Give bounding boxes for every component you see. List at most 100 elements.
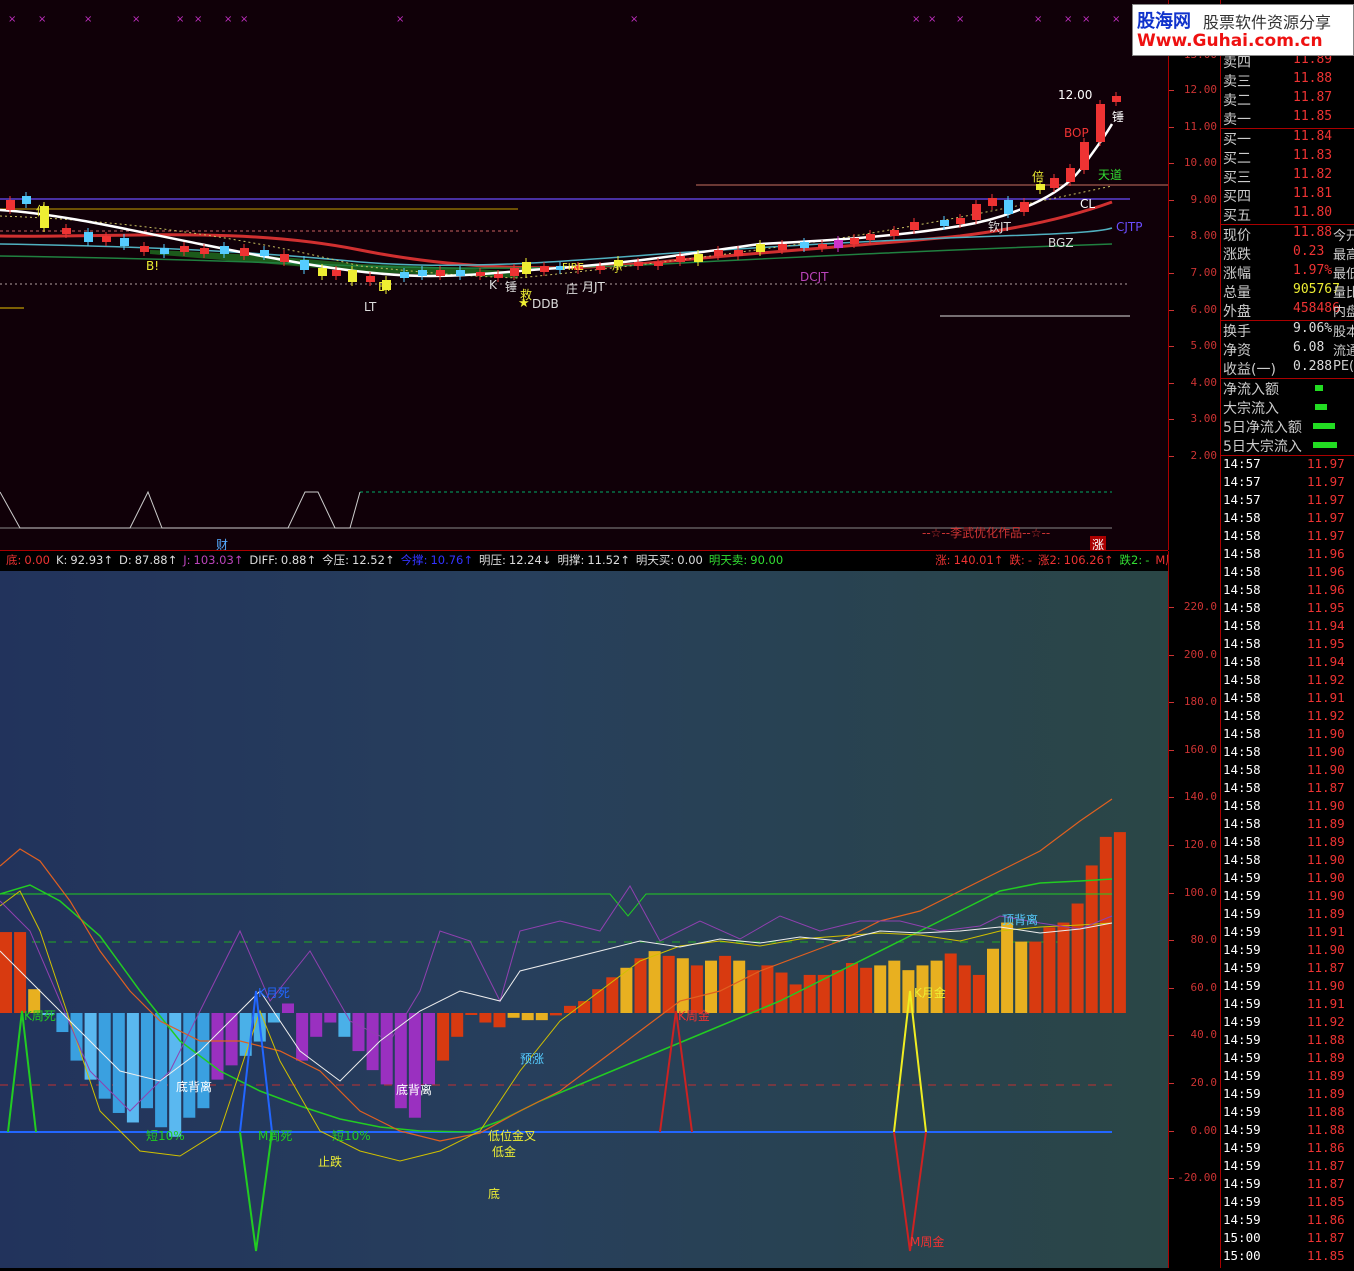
logo-tagline: 股票软件资源分享 xyxy=(1203,13,1332,32)
tick-row[interactable]: 14:58 11.87 xyxy=(1221,780,1354,798)
tick-price: 11.90 xyxy=(1307,762,1345,777)
tick-row[interactable]: 14:58 11.92 xyxy=(1221,708,1354,726)
candle-body xyxy=(280,254,289,262)
osc-bar xyxy=(493,1013,506,1028)
quote-row: 现价 11.88今开 xyxy=(1221,225,1354,244)
quote-row-label: 买一 xyxy=(1223,132,1251,148)
tick-row[interactable]: 14:58 11.90 xyxy=(1221,762,1354,780)
tick-list[interactable]: 14:57 11.97 14:57 11.97 14:57 11.97 14:58 11.97… xyxy=(1221,456,1354,1266)
tick-row[interactable]: 14:58 11.90 xyxy=(1221,726,1354,744)
price-axis-tick xyxy=(1169,126,1174,128)
status-value: 12.52↑ xyxy=(352,553,395,567)
tick-row[interactable]: 14:58 11.90 xyxy=(1221,744,1354,762)
osc-axis-tick xyxy=(1169,1130,1174,1132)
tick-row[interactable]: 14:59 11.87 xyxy=(1221,1158,1354,1176)
tick-row[interactable]: 14:57 11.97 xyxy=(1221,492,1354,510)
tick-row[interactable]: 15:00 11.85 xyxy=(1221,1248,1354,1266)
label-xiao: 小 xyxy=(612,264,622,275)
tick-row[interactable]: 14:59 11.91 xyxy=(1221,996,1354,1014)
quote-row-label: 卖二 xyxy=(1223,93,1251,109)
tick-row[interactable]: 14:58 11.94 xyxy=(1221,654,1354,672)
tick-row[interactable]: 14:58 11.97 xyxy=(1221,510,1354,528)
tick-row[interactable]: 14:59 11.90 xyxy=(1221,978,1354,996)
candle-body xyxy=(972,204,981,220)
tick-row[interactable]: 14:59 11.89 xyxy=(1221,1050,1354,1068)
tick-time: 14:59 xyxy=(1223,1068,1261,1083)
tick-row[interactable]: 14:59 11.90 xyxy=(1221,888,1354,906)
status-label: K: xyxy=(55,553,68,567)
tick-row[interactable]: 14:58 11.96 xyxy=(1221,564,1354,582)
tick-row[interactable]: 14:59 11.89 xyxy=(1221,906,1354,924)
osc-bar xyxy=(0,932,12,1013)
candle-body xyxy=(366,276,375,282)
tick-row[interactable]: 14:59 11.91 xyxy=(1221,924,1354,942)
osc-axis-tick xyxy=(1169,654,1174,656)
tick-row[interactable]: 14:59 11.88 xyxy=(1221,1122,1354,1140)
status-value: 87.88↑ xyxy=(134,553,178,567)
osc-axis-label: 160.0 xyxy=(1183,742,1217,756)
tick-row[interactable]: 14:58 11.95 xyxy=(1221,636,1354,654)
tick-row[interactable]: 14:58 11.96 xyxy=(1221,582,1354,600)
osc-bar xyxy=(662,955,675,1013)
tick-row[interactable]: 14:58 11.90 xyxy=(1221,798,1354,816)
tick-row[interactable]: 14:58 11.89 xyxy=(1221,834,1354,852)
osc-bar xyxy=(944,953,957,1013)
tick-row[interactable]: 14:59 11.86 xyxy=(1221,1212,1354,1230)
osc-bar xyxy=(987,948,999,1013)
osc-bar xyxy=(451,1013,464,1037)
tick-time: 14:57 xyxy=(1223,492,1261,507)
tick-row[interactable]: 14:58 11.96 xyxy=(1221,546,1354,564)
candle-body xyxy=(140,246,149,252)
quote-row: 涨幅 1.97%最低 xyxy=(1221,263,1354,282)
tick-row[interactable]: 14:59 11.85 xyxy=(1221,1194,1354,1212)
tick-row[interactable]: 14:59 11.86 xyxy=(1221,1140,1354,1158)
tick-row[interactable]: 14:59 11.89 xyxy=(1221,1086,1354,1104)
oscillator-panel[interactable]: 底背离 底背离 顶背离 预涨 K月死 K周死 M周死 K周金 K月金 M周金 低… xyxy=(0,571,1168,1268)
osc-bar xyxy=(352,1013,365,1052)
tick-row[interactable]: 14:58 11.97 xyxy=(1221,528,1354,546)
osc-axis-label: -20.00 xyxy=(1177,1171,1217,1185)
osc-bar xyxy=(423,1013,435,1085)
tick-row[interactable]: 14:59 11.90 xyxy=(1221,870,1354,888)
osc-bar xyxy=(408,1013,421,1118)
tick-row[interactable]: 14:58 11.95 xyxy=(1221,600,1354,618)
flow-label: 5日净流入额 xyxy=(1223,420,1302,436)
tick-price: 11.89 xyxy=(1307,1086,1345,1101)
main-price-chart[interactable]: × × × × × × × × × × × × × × × × × 12.00 锤 BOP 天道 倍 CL CJ… xyxy=(0,0,1168,553)
tick-row[interactable]: 14:59 11.90 xyxy=(1221,942,1354,960)
candle-body xyxy=(318,268,327,276)
tick-time: 14:57 xyxy=(1223,456,1261,471)
tick-row[interactable]: 14:59 11.89 xyxy=(1221,1068,1354,1086)
oscillator-chart[interactable] xyxy=(0,571,1168,1268)
tick-time: 14:59 xyxy=(1223,1194,1261,1209)
quote-row: 外盘458486内盘 xyxy=(1221,301,1354,320)
tick-row[interactable]: 14:58 11.91 xyxy=(1221,690,1354,708)
tick-row[interactable]: 15:00 11.87 xyxy=(1221,1230,1354,1248)
tick-row[interactable]: 14:59 11.87 xyxy=(1221,1176,1354,1194)
tick-row[interactable]: 14:57 11.97 xyxy=(1221,456,1354,474)
tick-time: 14:59 xyxy=(1223,978,1261,993)
tick-row[interactable]: 14:59 11.88 xyxy=(1221,1032,1354,1050)
price-axis-tick xyxy=(1169,309,1174,311)
status-label: 明压: xyxy=(479,553,506,567)
tick-row[interactable]: 14:58 11.90 xyxy=(1221,852,1354,870)
tick-row[interactable]: 14:57 11.97 xyxy=(1221,474,1354,492)
tick-row[interactable]: 14:59 11.87 xyxy=(1221,960,1354,978)
tick-row[interactable]: 14:58 11.94 xyxy=(1221,618,1354,636)
signal-x-marker: × xyxy=(912,14,920,25)
guhai-logo[interactable]: 股海网 股票软件资源分享 Www.Guhai.com.cn xyxy=(1132,4,1354,56)
candlestick-chart[interactable]: × × × × × × × × × × × × × × × × × xyxy=(0,0,1168,550)
tick-row[interactable]: 14:59 11.88 xyxy=(1221,1104,1354,1122)
status-label: 明天卖: xyxy=(708,553,748,567)
tick-row[interactable]: 14:58 11.92 xyxy=(1221,672,1354,690)
bottom-signal-line xyxy=(0,490,361,529)
osc-axis-label: 120.0 xyxy=(1183,838,1217,851)
tick-time: 14:58 xyxy=(1223,528,1261,543)
tick-row[interactable]: 14:58 11.89 xyxy=(1221,816,1354,834)
label-bop: BOP xyxy=(1064,126,1089,140)
tick-time: 14:58 xyxy=(1223,762,1261,777)
osc-bar xyxy=(1071,903,1084,1013)
tick-row[interactable]: 14:59 11.92 xyxy=(1221,1014,1354,1032)
tick-price: 11.95 xyxy=(1307,636,1345,651)
label-bgz: BGZ xyxy=(1048,236,1074,250)
